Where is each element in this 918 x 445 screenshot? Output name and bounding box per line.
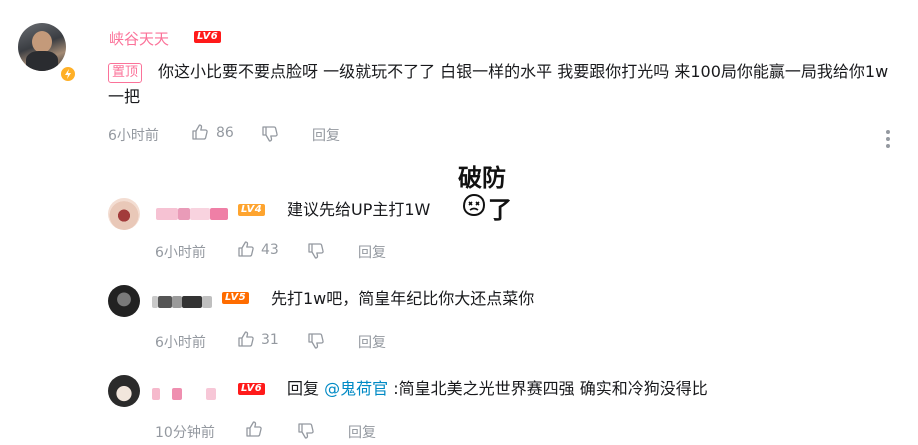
avatar[interactable]	[108, 375, 140, 407]
mention-link[interactable]: @鬼荷官	[324, 379, 388, 398]
like-button[interactable]	[236, 329, 256, 353]
like-button[interactable]	[244, 419, 264, 443]
comment-time: 6小时前	[108, 128, 159, 144]
reply-button[interactable]: 回复	[358, 242, 386, 262]
reply-button[interactable]: 回复	[358, 332, 386, 352]
like-button[interactable]	[236, 239, 256, 263]
thumbs-up-icon	[246, 421, 262, 437]
like-count: 86	[216, 125, 234, 141]
reply-time: 6小时前	[155, 335, 206, 351]
level-badge: LV6	[238, 383, 266, 395]
thumbs-up-icon	[192, 124, 208, 140]
like-count: 43	[261, 242, 279, 258]
sticker-pofang: 破防 了	[458, 164, 512, 224]
thumbs-down-icon	[308, 243, 324, 259]
lightning-badge-icon	[59, 65, 77, 83]
thumbs-down-icon	[262, 126, 278, 142]
username[interactable]: 峡谷天天	[109, 28, 169, 49]
dislike-button[interactable]	[296, 421, 316, 445]
avatar[interactable]	[18, 23, 66, 71]
reply-time: 6小时前	[155, 245, 206, 261]
dislike-button[interactable]	[260, 124, 280, 148]
thumbs-down-icon	[298, 423, 314, 439]
like-button[interactable]	[190, 122, 210, 146]
dislike-button[interactable]	[306, 331, 326, 355]
reply-text: 建议先给UP主打1W	[287, 200, 431, 219]
dislike-button[interactable]	[306, 241, 326, 265]
avatar[interactable]	[108, 198, 140, 230]
more-vertical-icon[interactable]	[884, 130, 892, 150]
comment-text: 你这小比要不要点脸呀 一级就玩不了了 白银一样的水平 我要跟你打光吗 来100局…	[108, 62, 889, 106]
level-badge: LV5	[222, 292, 250, 304]
avatar[interactable]	[108, 285, 140, 317]
username-masked[interactable]	[156, 203, 228, 222]
thumbs-up-icon	[238, 241, 254, 257]
username-masked[interactable]	[152, 383, 216, 402]
reply-prefix: 回复	[287, 379, 320, 398]
reply-body: :简皇北美之光世界赛四强 确实和冷狗没得比	[393, 379, 708, 398]
reply-text: 先打1w吧，简皇年纪比你大还点菜你	[271, 289, 535, 308]
username-masked[interactable]	[152, 291, 212, 310]
thumbs-down-icon	[308, 333, 324, 349]
like-count: 31	[261, 332, 279, 348]
reply-text: 回复 @鬼荷官 :简皇北美之光世界赛四强 确实和冷狗没得比	[287, 376, 708, 401]
level-badge: LV6	[194, 31, 222, 43]
level-badge: LV4	[238, 204, 266, 216]
reply-button[interactable]: 回复	[312, 125, 340, 145]
reply-button[interactable]: 回复	[348, 422, 376, 442]
reply-time: 10分钟前	[155, 425, 215, 441]
thumbs-up-icon	[238, 331, 254, 347]
